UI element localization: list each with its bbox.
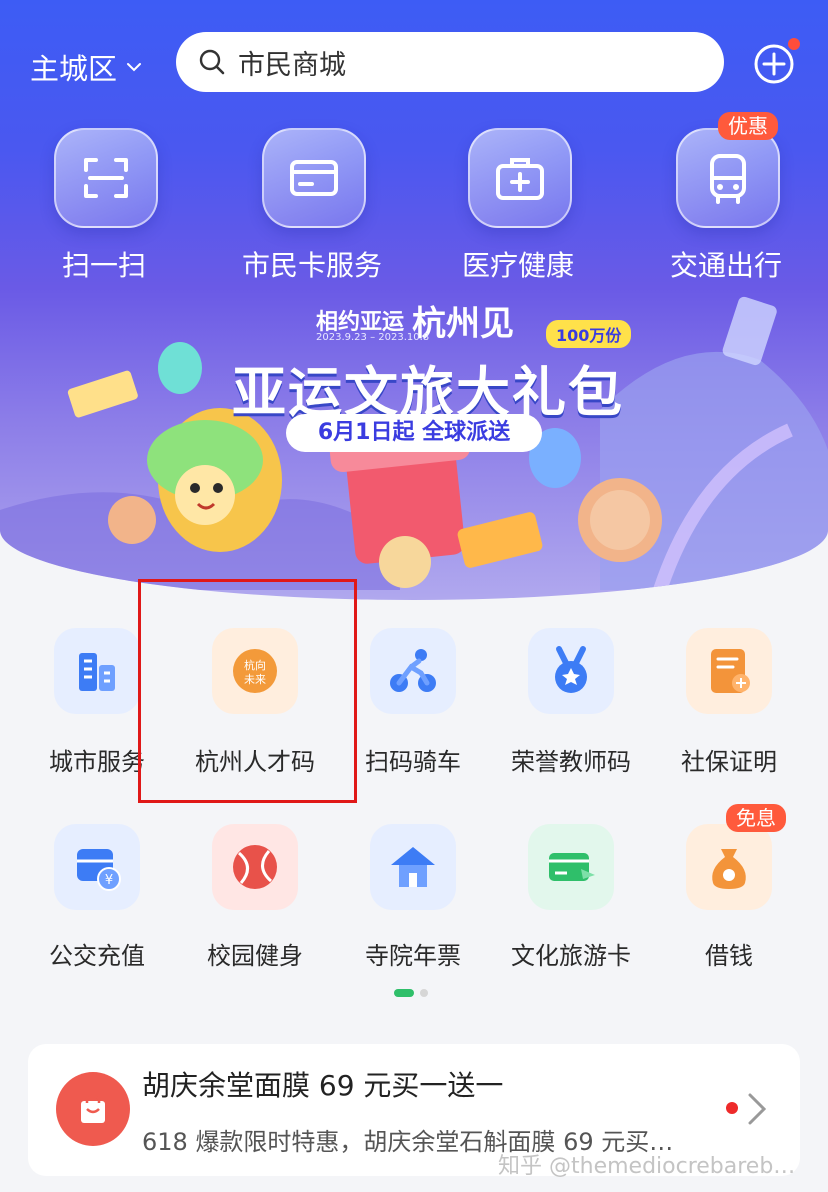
service-honor-teacher[interactable] (528, 628, 614, 714)
quick-action-label: 交通出行 (669, 249, 782, 282)
service-temple-pass[interactable] (370, 824, 456, 910)
page-dot (420, 989, 428, 997)
svg-text:¥: ¥ (105, 873, 113, 888)
service-campus-fitness[interactable] (212, 824, 298, 910)
city-label: 主城区 (30, 52, 118, 86)
service-label: 校园健身 (207, 942, 303, 970)
quick-action-scan[interactable] (54, 128, 158, 228)
card-icon (290, 160, 338, 196)
service-bike[interactable] (370, 628, 456, 714)
city-building-icon (79, 653, 115, 691)
search-input[interactable] (236, 45, 680, 79)
notification-dot (788, 38, 800, 50)
service-social-security[interactable] (686, 628, 772, 714)
discount-badge: 优惠 (718, 112, 778, 140)
search-bar[interactable] (176, 32, 724, 92)
money-bag-icon (712, 849, 746, 889)
interest-free-badge: 免息 (726, 804, 786, 832)
service-culture-travel-card[interactable] (528, 824, 614, 910)
service-label: 社保证明 (681, 748, 777, 776)
service-borrow-money[interactable] (686, 824, 772, 910)
travel-card-icon (549, 853, 595, 881)
medal-icon (555, 646, 587, 693)
promo-title: 胡庆余堂面膜 69 元买一送一 (142, 1069, 504, 1102)
service-bus-topup[interactable]: ¥ (54, 824, 140, 910)
service-label: 寺院年票 (365, 942, 461, 970)
service-city-services[interactable] (54, 628, 140, 714)
scan-icon (84, 158, 128, 198)
chevron-right-icon[interactable] (746, 1092, 768, 1126)
ball-icon (233, 845, 277, 889)
search-icon (199, 49, 225, 75)
service-label: 公交充值 (49, 942, 145, 970)
banner-quantity-tag: 100万份 (546, 320, 632, 348)
banner-dates: 2023.9.23 – 2023.10.8 (316, 332, 430, 343)
page-dot-active (394, 989, 414, 997)
bus-icon (710, 154, 746, 204)
watermark: 知乎 @themediocrebareb… (498, 1154, 796, 1179)
city-selector[interactable]: 主城区 (30, 46, 143, 88)
quick-action-label: 市民卡服务 (241, 249, 382, 282)
unread-dot (726, 1102, 738, 1114)
banner-subtitle: 6月1日起 全球派送 (286, 414, 542, 452)
shopping-bag-icon (56, 1072, 130, 1146)
chevron-down-icon (127, 63, 142, 72)
quick-action-medical[interactable] (468, 128, 572, 228)
quick-action-citizen-card[interactable] (262, 128, 366, 228)
quick-action-label: 医疗健康 (461, 249, 574, 282)
temple-icon (391, 847, 435, 887)
service-label: 荣誉教师码 (511, 748, 631, 776)
medical-kit-icon (496, 158, 544, 200)
service-label: 文化旅游卡 (511, 942, 631, 970)
service-label: 借钱 (705, 942, 753, 970)
quick-action-transport[interactable] (676, 128, 780, 228)
bus-card-icon: ¥ (77, 849, 121, 891)
promo-banner[interactable]: 相约亚运 杭州见 2023.9.23 – 2023.10.8 100万份 亚运文… (0, 290, 828, 590)
document-icon (711, 649, 750, 693)
bike-icon (390, 649, 436, 692)
highlight-box (138, 579, 357, 803)
quick-action-label: 扫一扫 (61, 249, 146, 282)
top-bar: 主城区 (0, 30, 828, 94)
page-indicator (394, 989, 428, 997)
hero-header: 主城区 扫一扫 市民卡服务 医疗健康 优惠 交通出行 (0, 0, 828, 600)
